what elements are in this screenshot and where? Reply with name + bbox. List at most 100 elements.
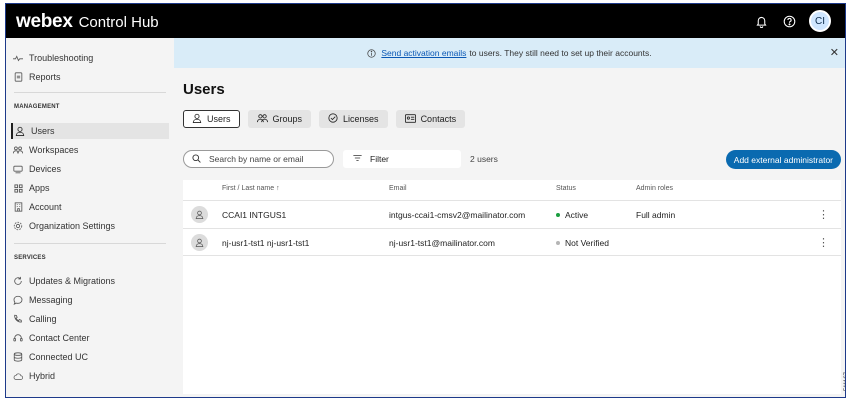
table-row[interactable]: CCAI1 INTGUS1 intgus-ccai1-cmsv2@mailina… (183, 200, 841, 228)
sidebar-item-connected-uc[interactable]: Connected UC (13, 349, 171, 365)
groups-icon (256, 113, 268, 125)
sidebar-item-apps[interactable]: Apps (13, 180, 171, 196)
sidebar-item-label: Organization Settings (29, 221, 116, 231)
status-dot-not-verified (556, 240, 560, 245)
filter-label: Filter (370, 154, 389, 164)
tab-licenses[interactable]: Licenses (319, 110, 388, 128)
section-title-management: MANAGEMENT (14, 104, 60, 110)
tab-groups[interactable]: Groups (247, 110, 312, 128)
brand-bold: webex (16, 11, 73, 32)
sidebar: Troubleshooting Reports MANAGEMENT Users… (6, 38, 174, 397)
activation-banner: Send activation emails to users. They st… (174, 38, 845, 68)
users-table: First / Last name ↑ Email Status Admin r… (183, 180, 841, 394)
status-badge: Not Verified (556, 238, 609, 248)
tab-label: Groups (272, 114, 303, 124)
apps-icon (13, 183, 23, 193)
brand-logo[interactable]: webex Control Hub (16, 11, 159, 33)
sidebar-item-devices[interactable]: Devices (13, 161, 171, 177)
tab-label: Contacts (420, 114, 457, 124)
more-options-icon[interactable]: ⋮ (818, 208, 829, 221)
status-text: Not Verified (565, 238, 609, 248)
filter-button[interactable]: Filter (343, 150, 461, 168)
sidebar-item-users[interactable]: Users (11, 123, 169, 139)
admin-role: Full admin (636, 210, 676, 220)
user-avatar[interactable]: CI (809, 10, 831, 32)
more-options-icon[interactable]: ⋮ (818, 236, 829, 249)
avatar (191, 234, 208, 251)
sidebar-item-workspaces[interactable]: Workspaces (13, 142, 171, 158)
column-header-name[interactable]: First / Last name ↑ (222, 185, 280, 192)
check-circle-icon (328, 113, 338, 125)
workspaces-icon (13, 145, 23, 155)
tab-bar: Users Groups Licenses Contacts (183, 110, 466, 128)
search-box[interactable] (183, 150, 334, 168)
refresh-icon (13, 276, 23, 286)
sidebar-item-label: Account (29, 202, 62, 212)
users-toolbar: Filter 2 users Add external administrato… (183, 150, 841, 170)
sidebar-item-hybrid[interactable]: Hybrid (13, 368, 171, 384)
sidebar-item-reports[interactable]: Reports (13, 69, 171, 85)
cloud-icon (13, 371, 23, 381)
tab-label: Licenses (343, 114, 379, 124)
main-content: Users Users Groups Licenses Contacts Sea… (174, 68, 845, 397)
sidebar-item-account[interactable]: Account (13, 199, 171, 215)
tab-users[interactable]: Users (183, 110, 240, 128)
contact-card-icon (404, 113, 416, 125)
help-icon[interactable] (781, 13, 797, 29)
status-badge: Active (556, 210, 588, 220)
contact-center-icon (13, 333, 23, 343)
sidebar-item-label: Devices (29, 164, 62, 174)
user-icon (192, 113, 202, 125)
status-dot-active (556, 212, 560, 217)
status-text: Active (565, 210, 589, 220)
avatar (191, 206, 208, 223)
sidebar-item-label: Contact Center (29, 333, 90, 343)
sidebar-divider (14, 243, 166, 244)
tab-contacts[interactable]: Contacts (395, 110, 466, 128)
column-header-admin-roles[interactable]: Admin roles (636, 185, 673, 192)
sidebar-item-label: Reports (29, 72, 61, 82)
device-icon (13, 164, 23, 174)
brand-rest: Control Hub (78, 14, 159, 31)
bell-icon[interactable] (753, 13, 769, 29)
sidebar-divider (14, 92, 166, 93)
sidebar-item-updates-migrations[interactable]: Updates & Migrations (13, 273, 171, 289)
column-header-status[interactable]: Status (556, 185, 576, 192)
user-count: 2 users (470, 154, 498, 164)
figure-id: 511167 (844, 372, 846, 392)
table-header: First / Last name ↑ Email Status Admin r… (183, 180, 841, 198)
sidebar-item-messaging[interactable]: Messaging (13, 292, 171, 308)
building-icon (13, 202, 23, 212)
top-icons: CI (753, 10, 831, 32)
sidebar-item-contact-center[interactable]: Contact Center (13, 330, 171, 346)
search-input[interactable] (209, 154, 319, 164)
database-icon (13, 352, 23, 362)
sidebar-item-label: Workspaces (29, 145, 79, 155)
column-header-email[interactable]: Email (389, 185, 407, 192)
sidebar-item-label: Hybrid (29, 371, 56, 381)
search-icon (192, 153, 201, 165)
add-external-administrator-button[interactable]: Add external administrator (725, 150, 841, 169)
user-icon (15, 126, 25, 136)
sidebar-item-label: Users (31, 126, 55, 136)
document-icon (13, 72, 23, 82)
page-title: Users (183, 81, 225, 98)
sidebar-item-label: Troubleshooting (29, 53, 94, 63)
sidebar-item-calling[interactable]: Calling (13, 311, 171, 327)
user-email: nj-usr1-tst1@mailinator.com (389, 238, 495, 248)
send-activation-emails-link[interactable]: Send activation emails (381, 48, 466, 58)
app-window: webex Control Hub CI Troubleshooting Rep… (5, 3, 846, 398)
sidebar-item-troubleshooting[interactable]: Troubleshooting (13, 50, 171, 66)
phone-icon (13, 314, 23, 324)
pulse-icon (13, 53, 23, 63)
top-bar: webex Control Hub CI (6, 4, 845, 38)
chat-icon (13, 295, 23, 305)
sidebar-item-organization-settings[interactable]: Organization Settings (13, 218, 171, 234)
user-email: intgus-ccai1-cmsv2@mailinator.com (389, 210, 526, 220)
user-name[interactable]: nj-usr1-tst1 nj-usr1-tst1 (222, 238, 309, 248)
section-title-services: SERVICES (14, 255, 46, 261)
user-name[interactable]: CCAI1 INTGUS1 (222, 210, 286, 220)
filter-icon (353, 154, 362, 164)
close-icon[interactable]: ✕ (830, 46, 839, 59)
table-row[interactable]: nj-usr1-tst1 nj-usr1-tst1 nj-usr1-tst1@m… (183, 228, 841, 256)
